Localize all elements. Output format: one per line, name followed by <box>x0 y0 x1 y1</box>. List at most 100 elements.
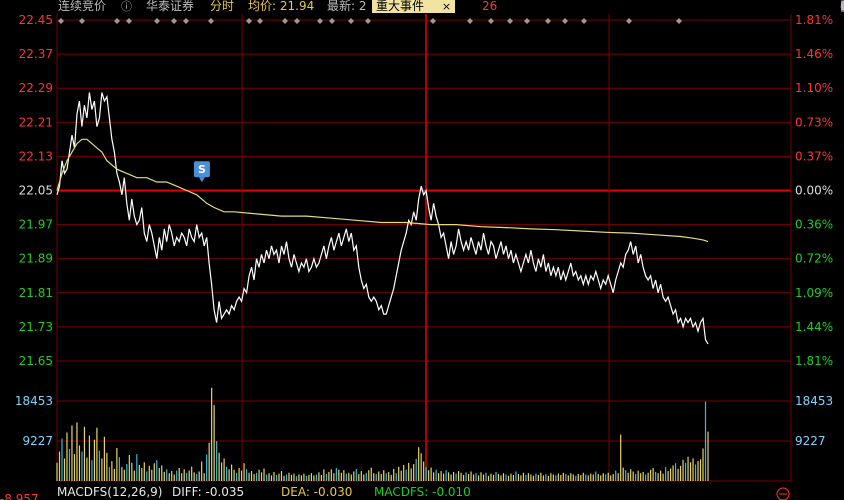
event-diamond <box>488 18 494 24</box>
volume-bar <box>68 448 71 481</box>
volume-bar <box>527 473 530 481</box>
volume-bar <box>704 401 707 481</box>
volume-tick-label: 18453 <box>15 394 53 408</box>
volume-bar <box>238 467 240 481</box>
volume-bar <box>662 473 664 481</box>
volume-bar <box>600 475 602 481</box>
volume-bar <box>368 470 370 481</box>
volume-bar <box>250 471 253 481</box>
volume-bar <box>370 467 372 481</box>
volume-bar <box>425 467 427 481</box>
volume-bar <box>141 467 143 481</box>
volume-bar <box>679 465 682 481</box>
event-marker[interactable]: S <box>193 161 790 500</box>
volume-bar <box>136 454 138 481</box>
volume-bar <box>470 471 472 481</box>
percent-tick-label: 0.00% <box>795 184 833 198</box>
volume-bar <box>278 473 280 481</box>
volume-bar <box>385 473 387 481</box>
volume-bar <box>650 469 652 481</box>
price-tick-label: 21.81 <box>19 286 53 300</box>
event-diamond <box>524 18 530 24</box>
price-tick-label: 21.97 <box>19 218 53 232</box>
volume-bar <box>56 462 58 481</box>
event-diamond <box>126 18 132 24</box>
volume-bar <box>350 474 352 481</box>
close-icon[interactable]: × <box>442 0 451 13</box>
volume-bar <box>315 474 318 481</box>
indicator-name[interactable]: MACDFS(12,26,9) <box>57 485 162 499</box>
intraday-chart[interactable]: 22.45 22.37 22.29 22.21 22.13 22.05 21.97 21.89… <box>0 0 844 500</box>
volume-bar <box>108 467 110 481</box>
volume-bar <box>358 474 360 481</box>
volume-bar <box>305 475 308 481</box>
volume-bar <box>433 472 435 481</box>
price-tick-label: 21.65 <box>19 354 53 368</box>
volume-bar <box>597 474 599 481</box>
event-button[interactable]: 重大事件 × <box>372 0 456 13</box>
price-tick-label: 21.73 <box>19 320 53 334</box>
volume-bar <box>230 464 233 481</box>
volume-bar <box>694 464 697 481</box>
volume-bar <box>168 473 170 481</box>
volume-bar <box>196 474 198 481</box>
volume-bar <box>398 466 400 481</box>
volume-bar <box>208 442 210 481</box>
volume-bar <box>131 462 133 481</box>
volume-bar <box>605 474 607 481</box>
volume-bar <box>587 475 589 481</box>
volume-bar <box>500 475 502 481</box>
info-icon[interactable]: ⓘ <box>121 0 132 13</box>
volume-bar <box>490 473 492 481</box>
volume-bar <box>211 387 213 481</box>
zoom-out-icon[interactable]: ⊖ <box>840 0 844 13</box>
volume-bar <box>487 475 490 481</box>
percent-tick-label: 0.36% <box>795 218 833 232</box>
volume-bar <box>455 473 457 481</box>
event-diamond <box>58 18 64 24</box>
volume-bar <box>462 474 465 481</box>
event-diamond <box>467 18 473 24</box>
volume-bar <box>270 475 273 481</box>
event-diamond <box>114 18 120 24</box>
volume-bar <box>580 474 582 481</box>
volume-bar <box>243 463 245 481</box>
volume-bar <box>338 469 340 481</box>
volume-bar <box>492 474 495 481</box>
volume-bar <box>111 461 113 481</box>
volume-bar <box>71 425 73 481</box>
volume-bar <box>445 470 447 481</box>
volume-bar <box>637 470 639 481</box>
volume-bar <box>635 474 637 481</box>
volume-bar <box>58 451 61 481</box>
percent-tick-label: 0.73% <box>795 115 833 129</box>
volume-bar <box>682 459 684 481</box>
macd-axis-label: -8,957 <box>0 492 39 500</box>
volume-bar <box>505 474 507 481</box>
volume-bar <box>577 474 579 481</box>
mode-label[interactable]: 分时 <box>210 0 234 13</box>
volume-bars <box>56 387 709 481</box>
volume-bar <box>572 474 574 481</box>
volume-bar <box>320 474 322 481</box>
volume-bar <box>228 469 230 481</box>
volume-bar <box>447 472 450 481</box>
price-tick-label: 22.21 <box>19 115 53 129</box>
volume-bar <box>393 468 395 481</box>
volume-bar <box>280 471 283 481</box>
volume-bar <box>507 475 510 481</box>
volume-bar <box>128 454 130 481</box>
volume-bar <box>308 474 310 481</box>
percent-tick-label: 1.09% <box>795 286 833 300</box>
volume-bar <box>452 471 455 481</box>
volume-bar <box>687 456 689 481</box>
event-diamond <box>626 18 632 24</box>
volume-bar <box>348 472 350 481</box>
volume-bar <box>253 474 255 481</box>
trailing-value: 26 <box>482 0 498 13</box>
volume-bar <box>522 472 525 481</box>
marker-pointer <box>198 177 205 183</box>
volume-bar <box>557 473 559 481</box>
volume-bar <box>355 468 357 481</box>
volume-bar <box>133 470 135 481</box>
